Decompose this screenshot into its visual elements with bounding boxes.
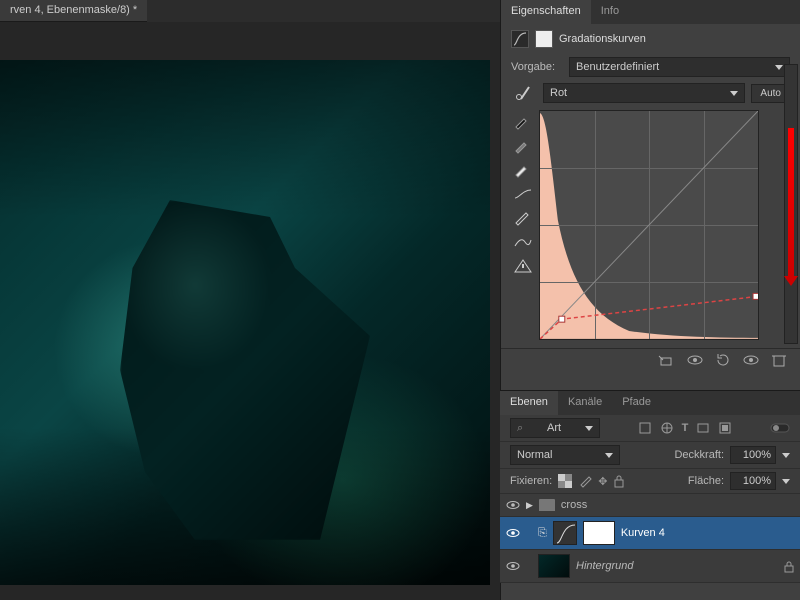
lock-icon[interactable]	[784, 561, 794, 571]
channel-select[interactable]: Rot	[543, 83, 745, 103]
chevron-down-icon	[775, 65, 783, 70]
lock-transparency-icon[interactable]	[558, 474, 572, 488]
layer-thumb[interactable]	[538, 554, 570, 578]
lock-label: Fixieren:	[510, 475, 552, 487]
filter-adjustment-icon[interactable]	[660, 421, 674, 435]
tab-ebenen[interactable]: Ebenen	[500, 391, 558, 415]
visibility-eye-icon[interactable]	[506, 526, 520, 540]
black-point-eyedropper-icon[interactable]	[513, 114, 533, 130]
layers-tabs: Ebenen Kanäle Pfade	[500, 391, 800, 415]
lock-pixels-icon[interactable]	[578, 474, 592, 488]
gray-point-eyedropper-icon[interactable]	[513, 138, 533, 154]
layer-group-row[interactable]: ▶ cross	[500, 494, 800, 517]
document-title: rven 4, Ebenenmaske/8) *	[10, 4, 137, 16]
preset-select[interactable]: Benutzerdefiniert	[569, 57, 790, 77]
tab-eigenschaften[interactable]: Eigenschaften	[501, 0, 591, 24]
filter-value: Art	[547, 422, 561, 434]
tab-kanaele[interactable]: Kanäle	[558, 391, 612, 415]
adjustment-title: Gradationskurven	[559, 33, 646, 45]
adjustment-thumb[interactable]	[553, 521, 577, 545]
pencil-tool-icon[interactable]	[513, 210, 533, 226]
mask-thumb[interactable]	[583, 521, 615, 545]
layer-row-kurven4[interactable]: ⎘ Kurven 4	[500, 517, 800, 550]
preset-value: Benutzerdefiniert	[576, 61, 659, 73]
clip-warning-icon[interactable]	[513, 258, 533, 274]
curves-chart[interactable]	[539, 110, 759, 340]
curves-adjustment-icon	[511, 30, 529, 48]
chevron-down-icon	[585, 426, 593, 431]
chevron-down-icon[interactable]	[782, 479, 790, 484]
layers-panel: Ebenen Kanäle Pfade ⌕ Art T Normal Deckk…	[500, 390, 800, 583]
layer-filter-select[interactable]: ⌕ Art	[510, 418, 600, 438]
curve-tools-column	[511, 110, 535, 340]
channel-value: Rot	[550, 87, 567, 99]
layer-name: Hintergrund	[576, 560, 633, 572]
layer-list: ▶ cross ⎘ Kurven 4 Hintergrund	[500, 494, 800, 583]
image-content	[120, 200, 370, 540]
document-tab[interactable]: rven 4, Ebenenmaske/8) *	[0, 0, 147, 22]
lock-all-icon[interactable]	[613, 474, 625, 488]
expand-chevron-icon[interactable]: ▶	[526, 500, 533, 511]
fill-input[interactable]	[730, 472, 776, 490]
opacity-label: Deckkraft:	[674, 449, 724, 461]
tab-pfade[interactable]: Pfade	[612, 391, 661, 415]
filter-shape-icon[interactable]	[696, 421, 710, 435]
properties-tabs: Eigenschaften Info	[501, 0, 800, 24]
white-point-eyedropper-icon[interactable]	[513, 162, 533, 178]
blend-mode-value: Normal	[517, 449, 552, 461]
clip-to-layer-icon[interactable]	[658, 353, 676, 367]
toggle-visibility-icon[interactable]	[686, 353, 704, 367]
folder-icon	[539, 499, 555, 511]
visibility-eye-icon[interactable]	[506, 559, 520, 573]
layer-row-hintergrund[interactable]: Hintergrund	[500, 550, 800, 583]
layer-name: Kurven 4	[621, 527, 665, 539]
chevron-down-icon	[605, 453, 613, 458]
canvas-area	[0, 22, 500, 600]
properties-footer	[501, 348, 800, 371]
visibility-eye-icon[interactable]	[506, 498, 520, 512]
annotation-red-arrow-icon	[788, 128, 794, 276]
target-adjustment-icon[interactable]	[511, 84, 537, 102]
curve-point-tool-icon[interactable]	[513, 186, 533, 202]
group-name: cross	[561, 499, 587, 511]
filter-toggle-switch[interactable]	[770, 422, 790, 434]
smooth-curve-icon[interactable]	[513, 234, 533, 250]
fill-label: Fläche:	[688, 475, 724, 487]
reset-icon[interactable]	[714, 353, 732, 367]
filter-pixel-icon[interactable]	[638, 421, 652, 435]
chevron-down-icon[interactable]	[782, 453, 790, 458]
tab-info[interactable]: Info	[591, 0, 629, 24]
filter-smartobject-icon[interactable]	[718, 421, 732, 435]
document-image[interactable]	[0, 60, 490, 585]
blend-mode-select[interactable]: Normal	[510, 445, 620, 465]
red-channel-curve[interactable]	[540, 111, 758, 339]
layer-mask-icon	[535, 30, 553, 48]
delete-icon[interactable]	[770, 353, 788, 367]
eye-toggle-icon[interactable]	[742, 353, 760, 367]
filter-text-icon[interactable]: T	[682, 422, 689, 434]
lock-position-icon[interactable]: ✥	[598, 475, 607, 488]
preset-label: Vorgabe:	[511, 61, 563, 73]
opacity-input[interactable]	[730, 446, 776, 464]
link-icon[interactable]: ⎘	[538, 527, 547, 540]
chevron-down-icon	[730, 91, 738, 96]
